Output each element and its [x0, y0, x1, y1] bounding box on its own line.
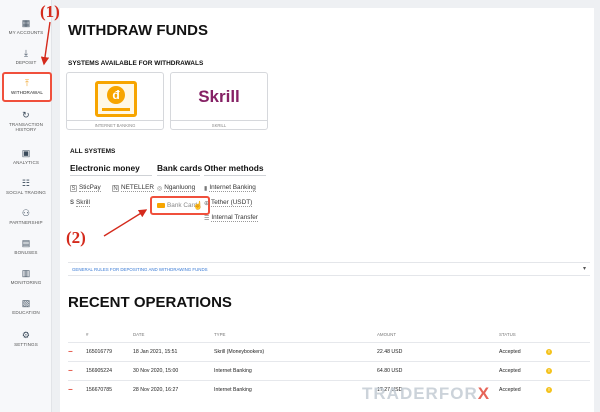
column-header-type[interactable]: TYPE — [214, 328, 377, 342]
upload-icon: ⤒ — [24, 78, 30, 88]
withdraw-minus-icon: − — [68, 385, 73, 395]
skrill-logo: Skrill — [198, 87, 240, 106]
table-row[interactable]: − 156905224 30 Nov 2020, 15:00 Internet … — [68, 360, 590, 380]
tether-icon: ⊕ — [204, 200, 210, 207]
column-header-status[interactable]: STATUS — [499, 328, 546, 342]
sidebar-item-settings[interactable]: ⚙ SETTINGS — [0, 330, 52, 347]
recent-operations-title: RECENT OPERATIONS — [68, 294, 232, 311]
withdraw-minus-icon: − — [68, 347, 73, 356]
skrill-icon: S — [70, 200, 75, 206]
method-bank-card[interactable]: Bank Card ☝ — [150, 196, 211, 215]
sidebar-item-monitoring[interactable]: ▥ MONITORING — [0, 268, 52, 285]
sidebar-item-partnership[interactable]: ⚇ PARTNERSHIP — [0, 208, 52, 225]
bank-card-icon — [157, 203, 165, 208]
card-internet-banking[interactable]: đ INTERNET BANKING — [66, 72, 164, 130]
sidebar-item-deposit[interactable]: ⤓ DEPOSIT — [0, 48, 52, 65]
monitor-icon: ▥ — [21, 268, 31, 278]
card-label: INTERNET BANKING — [67, 120, 163, 129]
book-icon: ▧ — [21, 298, 31, 308]
withdraw-minus-icon: − — [68, 366, 73, 375]
history-icon: ↻ — [22, 110, 30, 120]
watermark: TRADERFORX — [362, 384, 491, 403]
operations-table: # DATE TYPE AMOUNT STATUS − 165016779 18… — [68, 328, 590, 399]
sidebar-item-bonuses[interactable]: ▤ BONUSES — [0, 238, 52, 255]
column-header-date[interactable]: DATE — [133, 328, 214, 342]
method-internal-transfer[interactable]: ☰ Internal Transfer — [204, 214, 258, 222]
category-electronic-money[interactable]: Electronic money — [70, 163, 140, 173]
gift-icon: ▤ — [21, 238, 31, 248]
info-warning-icon[interactable]: ! — [546, 386, 552, 393]
method-nganluong[interactable]: ◎ Nganluong — [157, 184, 196, 192]
transfer-icon: ☰ — [204, 215, 210, 222]
column-header-id[interactable]: # — [86, 328, 133, 342]
download-icon: ⤓ — [23, 48, 29, 58]
nganluong-icon: ◎ — [157, 185, 163, 192]
sidebar-item-withdrawal[interactable]: ⤒ WITHDRAWAL — [2, 72, 52, 102]
internet-banking-icon: ▮ — [204, 185, 208, 192]
rules-link[interactable]: GENERAL RULES FOR DEPOSITING AND WITHDRA… — [72, 267, 208, 272]
main-panel: WITHDRAW FUNDS SYSTEMS AVAILABLE FOR WIT… — [60, 8, 594, 412]
card-skrill[interactable]: Skrill SKRILL — [170, 72, 268, 130]
rules-accordion[interactable]: GENERAL RULES FOR DEPOSITING AND WITHDRA… — [68, 262, 590, 276]
category-bank-cards[interactable]: Bank cards — [157, 163, 202, 173]
sidebar-item-analytics[interactable]: ▣ ANALYTICS — [0, 148, 52, 165]
chart-icon: ▣ — [21, 148, 31, 158]
sidebar-item-social-trading[interactable]: ☷ SOCIAL TRADING — [0, 178, 52, 195]
sidebar-item-transaction-history[interactable]: ↻ TRANSACTION HISTORY — [0, 110, 52, 133]
table-row[interactable]: − 165016779 18 Jan 2021, 15:51 Skrill (M… — [68, 341, 590, 361]
column-header-amount[interactable]: AMOUNT — [377, 328, 499, 342]
sticpay-icon: S — [70, 184, 77, 192]
systems-available-label: SYSTEMS AVAILABLE FOR WITHDRAWALS — [68, 60, 204, 67]
internet-banking-logo: đ — [95, 81, 137, 117]
annotation-label-2: (2) — [66, 228, 86, 247]
method-neteller[interactable]: N NETELLER — [112, 184, 155, 192]
neteller-icon: N — [112, 184, 119, 192]
annotation-label-1: (1) — [40, 2, 60, 21]
people-icon: ☷ — [21, 178, 31, 188]
card-label: SKRILL — [171, 120, 267, 129]
method-skrill[interactable]: S Skrill — [70, 199, 90, 207]
gear-icon: ⚙ — [21, 330, 31, 340]
method-sticpay[interactable]: S SticPay — [70, 184, 101, 192]
method-tether[interactable]: ⊕ Tether (USDT) — [204, 199, 253, 207]
network-icon: ⚇ — [21, 208, 31, 218]
all-systems-label: ALL SYSTEMS — [70, 148, 116, 155]
chevron-down-icon[interactable]: ▾ — [583, 265, 586, 272]
grid-icon: ▦ — [21, 18, 31, 28]
table-row[interactable]: − 156670785 28 Nov 2020, 16:27 Internet … — [68, 379, 590, 399]
info-warning-icon[interactable]: ! — [546, 348, 552, 355]
info-warning-icon[interactable]: ! — [546, 367, 552, 374]
cursor-hand-icon: ☝ — [193, 201, 204, 210]
sidebar: ▦ MY ACCOUNTS ⤓ DEPOSIT ⤒ WITHDRAWAL ↻ T… — [0, 0, 52, 412]
page-title: WITHDRAW FUNDS — [68, 22, 208, 39]
method-internet-banking[interactable]: ▮ Internet Banking — [204, 184, 256, 192]
category-other-methods[interactable]: Other methods — [204, 163, 264, 173]
sidebar-item-education[interactable]: ▧ EDUCATION — [0, 298, 52, 315]
